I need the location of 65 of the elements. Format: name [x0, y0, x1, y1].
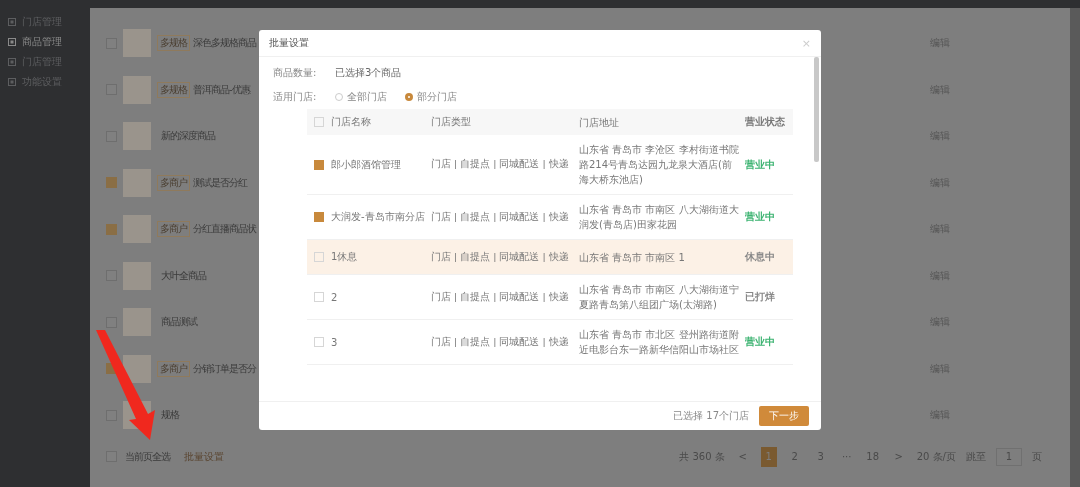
- field-label: 商品数量:: [273, 66, 318, 80]
- product-tag: 多规格: [157, 81, 190, 98]
- table-cell-text: 大润发-青岛市南分店: [331, 210, 426, 224]
- next-button[interactable]: 下一步: [759, 406, 809, 426]
- table-cell-text: 门店 | 自提点 | 同城配送 | 快递: [431, 210, 570, 224]
- checkbox[interactable]: [106, 177, 117, 189]
- table-row[interactable]: 1休息 门店 | 自提点 | 同城配送 | 快递 山东省 青岛市 市南区 1 休息中: [307, 240, 793, 275]
- table-cell-text: 山东省 青岛市 市北区 登州路街道附近电影台东一路新华信阳山市场社区: [579, 328, 739, 357]
- table-cell-text: 门店 | 自提点 | 同城配送 | 快递: [431, 290, 570, 304]
- photo-placeholder: [123, 261, 151, 290]
- grid-icon: [8, 38, 16, 46]
- prev-page-button[interactable]: <: [734, 446, 751, 467]
- column-header: 门店地址: [579, 115, 620, 130]
- dialog-title: 批量设置: [269, 36, 309, 50]
- radio-option[interactable]: 部分门店: [405, 90, 457, 104]
- status-text: 营业中: [745, 157, 776, 172]
- grid-icon: [8, 18, 16, 26]
- product-tag: 多商户: [157, 221, 190, 238]
- batch-settings-link[interactable]: 批量设置: [184, 449, 224, 464]
- product-tag: 多商户: [157, 360, 190, 377]
- radio-icon[interactable]: [405, 93, 413, 101]
- table-cell-text: 山东省 青岛市 市南区 八大湖街道大润发(青岛店)田家花园: [579, 203, 739, 232]
- table-row[interactable]: 郎小郎酒馆管理 门店 | 自提点 | 同城配送 | 快递 山东省 青岛市 李沧区 李村街道书院路214号青岛达园九龙泉大酒店(前海大桥东池店) 营业中: [307, 135, 793, 195]
- field-value: 已选择3个商品: [335, 66, 402, 80]
- sidebar-item[interactable]: 商品管理: [0, 32, 90, 52]
- table-cell-text: 山东省 青岛市 李沧区 李村街道书院路214号青岛达园九龙泉大酒店(前海大桥东池店): [579, 143, 739, 187]
- column-header: 门店类型: [431, 115, 472, 129]
- checkbox[interactable]: [314, 212, 324, 222]
- table-cell-text: 郎小郎酒馆管理: [331, 157, 402, 172]
- photo-placeholder: [123, 308, 151, 337]
- product-tag: 多规格: [157, 35, 190, 52]
- status-text: 营业中: [745, 335, 776, 349]
- table-cell-text: 山东省 青岛市 市南区 八大湖街道宁夏路青岛第八组团广场(太湖路): [579, 283, 739, 312]
- sidebar-label: 商品管理: [22, 35, 62, 49]
- table-cell-text: 山东省 青岛市 市南区 1: [579, 250, 686, 265]
- field-label: 适用门店:: [273, 90, 318, 104]
- product-tag: 多商户: [157, 174, 190, 191]
- checkbox[interactable]: [314, 159, 324, 170]
- checkbox[interactable]: [106, 223, 117, 235]
- table-cell-text: 门店 | 自提点 | 同城配送 | 快递: [431, 250, 570, 264]
- photo-placeholder: [123, 354, 151, 383]
- grid-icon: [8, 58, 16, 66]
- table-cell-text: 门店 | 自提点 | 同城配送 | 快递: [431, 158, 570, 171]
- status-text: 已打烊: [745, 290, 776, 304]
- table-cell-text: 2: [331, 291, 339, 303]
- status-text: 休息中: [745, 250, 776, 264]
- page-button[interactable]: 1: [760, 446, 777, 467]
- page-button[interactable]: ···: [838, 446, 855, 467]
- close-button[interactable]: ×: [801, 36, 811, 50]
- selected-count: 已选择 17个门店: [673, 409, 749, 423]
- photo-placeholder: [123, 122, 151, 151]
- product-name: 规格: [161, 408, 179, 423]
- column-header: 营业状态: [745, 115, 786, 129]
- photo-placeholder: [123, 75, 151, 104]
- next-page-button[interactable]: >: [890, 446, 907, 467]
- photo-placeholder: [123, 215, 151, 244]
- table-cell-text: 3: [331, 336, 339, 348]
- radio-option[interactable]: 全部门店: [335, 90, 387, 104]
- photo-placeholder: [123, 29, 151, 58]
- table-cell-text: 1休息: [331, 250, 359, 264]
- grid-icon: [8, 78, 16, 86]
- photo-placeholder: [123, 168, 151, 197]
- table-cell-text: 门店 | 自提点 | 同城配送 | 快递: [431, 335, 570, 349]
- status-text: 营业中: [745, 210, 776, 224]
- column-header: 门店名称: [331, 115, 372, 129]
